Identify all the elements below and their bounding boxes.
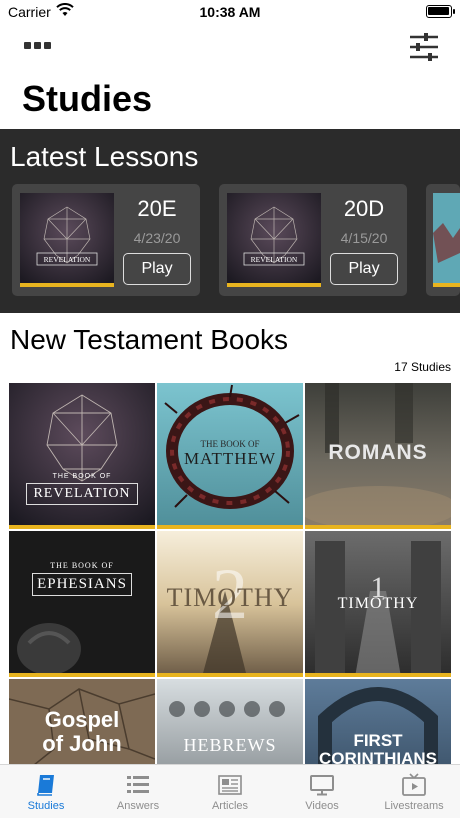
- book-tile-romans[interactable]: ROMANS: [305, 383, 451, 529]
- revelation-artwork: REVELATION: [20, 193, 114, 287]
- latest-lessons-title: Latest Lessons: [10, 141, 199, 172]
- lesson-date: 4/15/20: [340, 230, 388, 246]
- tab-label: Videos: [305, 800, 339, 812]
- tab-label: Answers: [116, 800, 160, 812]
- tab-articles[interactable]: Articles: [184, 765, 276, 818]
- play-button[interactable]: Play: [123, 253, 191, 285]
- books-grid: THE BOOK OF REVELATION THE BOOK OF MATTH…: [9, 383, 451, 764]
- lesson-code: 20D: [343, 196, 385, 221]
- tab-label: Articles: [211, 800, 249, 812]
- revelation-artwork: REVELATION: [227, 193, 321, 287]
- lesson-card[interactable]: REVELATION 20D 4/15/20 Play: [219, 184, 407, 296]
- tile-subtitle: THE BOOK OF: [50, 561, 114, 570]
- list-icon: [127, 776, 149, 793]
- tv-play-icon: [402, 773, 426, 796]
- book-tile-hebrews[interactable]: HEBREWS: [157, 679, 303, 764]
- sliders-icon[interactable]: [408, 32, 440, 62]
- tab-livestreams[interactable]: Livestreams: [368, 765, 460, 818]
- tab-answers[interactable]: Answers: [92, 765, 184, 818]
- tab-studies[interactable]: Studies: [0, 765, 92, 818]
- tile-title: EPHESIANS: [32, 573, 132, 596]
- clock: 10:38 AM: [199, 4, 261, 20]
- lesson-date: 4/23/20: [133, 230, 181, 246]
- tile-subtitle: THE BOOK OF: [52, 473, 112, 480]
- book-tile-revelation[interactable]: THE BOOK OF REVELATION: [9, 383, 155, 529]
- play-button[interactable]: Play: [330, 253, 398, 285]
- tile-title: REVELATION: [26, 483, 138, 505]
- lesson-card-partial[interactable]: [426, 184, 460, 296]
- tab-bar: Studies Answers Articles Videos Livestre…: [0, 764, 460, 818]
- tile-title: TIMOTHY: [337, 595, 419, 612]
- lesson-artwork-label: REVELATION: [251, 255, 298, 264]
- monitor-icon: [310, 775, 334, 796]
- tile-title: TIMOTHY: [166, 583, 294, 612]
- more-button[interactable]: [24, 42, 52, 52]
- lesson-artwork-label: REVELATION: [44, 255, 91, 264]
- page-title: Studies: [22, 78, 153, 119]
- battery-icon: [426, 5, 455, 18]
- tile-subtitle: Gospel: [44, 707, 120, 732]
- tile-title: MATTHEW: [184, 449, 276, 468]
- book-icon: [37, 775, 54, 796]
- more-icon: [24, 42, 31, 49]
- lesson-code: 20E: [137, 196, 177, 221]
- tab-label: Livestreams: [384, 800, 444, 812]
- book-tile-ephesians[interactable]: THE BOOK OF EPHESIANS: [9, 531, 155, 677]
- tile-title: ROMANS: [328, 441, 428, 464]
- book-tile-1-timothy[interactable]: 1 TIMOTHY: [305, 531, 451, 677]
- tab-label: Studies: [27, 800, 65, 812]
- book-tile-john[interactable]: Gospel of John: [9, 679, 155, 764]
- newspaper-icon: [218, 775, 242, 795]
- latest-lessons-section: Latest Lessons REVELATION 20E 4/23/20 Pl…: [0, 129, 460, 313]
- studies-count: 17 Studies: [394, 360, 451, 374]
- nt-books-title: New Testament Books: [10, 324, 289, 355]
- tile-title: of John: [42, 731, 122, 756]
- tile-title: HEBREWS: [183, 735, 277, 755]
- tile-subtitle: THE BOOK OF: [200, 439, 260, 449]
- status-bar: Carrier 10:38 AM: [0, 0, 460, 26]
- tile-title: CORINTHIANS: [318, 749, 438, 764]
- tile-subtitle: FIRST: [353, 731, 403, 750]
- book-tile-first-corinthians[interactable]: FIRST CORINTHIANS: [305, 679, 451, 764]
- book-tile-matthew[interactable]: THE BOOK OF MATTHEW: [157, 383, 303, 529]
- tab-videos[interactable]: Videos: [276, 765, 368, 818]
- book-tile-2-timothy[interactable]: 2 TIMOTHY: [157, 531, 303, 677]
- lesson-artwork-partial: [433, 193, 460, 287]
- lesson-card[interactable]: REVELATION 20E 4/23/20 Play: [12, 184, 200, 296]
